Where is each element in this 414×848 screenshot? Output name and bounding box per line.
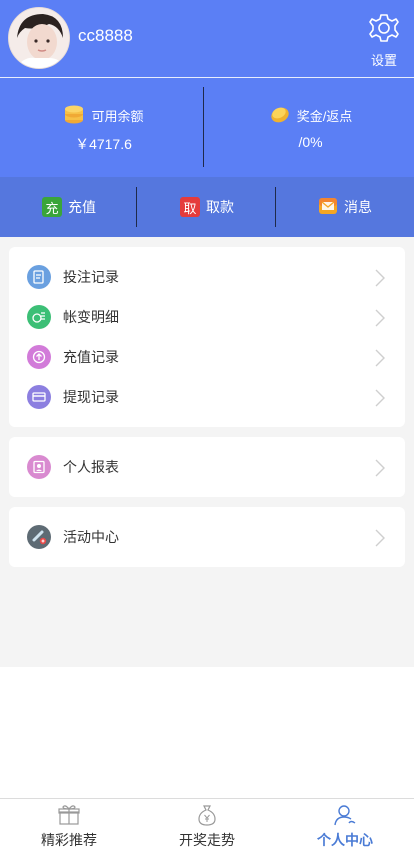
username: cc8888: [78, 26, 133, 45]
money-bag-icon: [195, 803, 219, 827]
menu-item-label: 提现记录: [63, 389, 119, 405]
recharge-badge-icon: 充: [42, 197, 62, 217]
records-card: 投注记录 帐变明细 充值记录 提现记录: [9, 247, 405, 427]
available-balance: 可用余额 ￥4717.6: [0, 78, 207, 177]
tab-recommend[interactable]: 精彩推荐: [0, 799, 138, 848]
menu-content: 投注记录 帐变明细 充值记录 提现记录 个人报表 活动中心: [0, 237, 414, 667]
report-card: 个人报表: [9, 437, 405, 497]
account-change-icon: [27, 305, 51, 329]
menu-item-bet-record[interactable]: 投注记录: [9, 257, 405, 297]
menu-item-recharge-record[interactable]: 充值记录: [9, 337, 405, 377]
recharge-record-icon: [27, 345, 51, 369]
bonus-rebate: 奖金/返点 /0%: [207, 78, 414, 177]
menu-item-personal-report[interactable]: 个人报表: [9, 447, 405, 487]
avatar[interactable]: [8, 7, 70, 69]
settings-button[interactable]: 设置: [366, 12, 402, 69]
available-balance-value: ￥4717.6: [75, 136, 132, 152]
chevron-right-icon: [375, 529, 385, 552]
withdraw-button[interactable]: 取 取款: [138, 177, 276, 237]
activity-card: 活动中心: [9, 507, 405, 567]
chevron-right-icon: [375, 389, 385, 412]
gift-icon: [57, 803, 81, 827]
bottom-tab-bar: 精彩推荐 开奖走势 个人中心: [0, 798, 414, 848]
gear-icon: [368, 14, 400, 48]
coin-icon: [269, 103, 291, 128]
withdraw-badge-icon: 取: [180, 197, 200, 217]
bet-record-icon: [27, 265, 51, 289]
tab-lottery-trend[interactable]: 开奖走势: [138, 799, 276, 848]
menu-item-label: 帐变明细: [63, 309, 119, 325]
menu-item-label: 活动中心: [63, 529, 119, 545]
profile-header: cc8888 设置: [0, 0, 414, 77]
recharge-label: 充值: [68, 199, 96, 215]
menu-item-label: 个人报表: [63, 459, 119, 475]
tab-label: 精彩推荐: [41, 832, 97, 848]
balance-divider: [203, 87, 204, 167]
chevron-right-icon: [375, 349, 385, 372]
settings-label: 设置: [370, 53, 397, 68]
envelope-icon: [318, 196, 338, 219]
available-balance-label: 可用余额: [91, 109, 144, 124]
withdraw-record-icon: [27, 385, 51, 409]
user-icon: [333, 803, 357, 827]
recharge-button[interactable]: 充 充值: [0, 177, 138, 237]
action-bar: 充 充值 取 取款 消息: [0, 177, 414, 237]
tab-personal-center[interactable]: 个人中心: [276, 799, 414, 848]
tab-label: 开奖走势: [179, 832, 235, 848]
bonus-rebate-label: 奖金/返点: [296, 109, 353, 124]
chevron-right-icon: [375, 309, 385, 332]
bonus-rebate-value: /0%: [298, 134, 323, 150]
menu-item-withdraw-record[interactable]: 提现记录: [9, 377, 405, 417]
messages-label: 消息: [344, 199, 372, 215]
menu-item-activity-center[interactable]: 活动中心: [9, 517, 405, 557]
personal-report-icon: [27, 455, 51, 479]
activity-center-icon: [27, 525, 51, 549]
menu-item-account-change[interactable]: 帐变明细: [9, 297, 405, 337]
messages-button[interactable]: 消息: [276, 177, 414, 237]
chevron-right-icon: [375, 269, 385, 292]
withdraw-label: 取款: [206, 199, 234, 215]
menu-item-label: 投注记录: [63, 269, 119, 285]
chevron-right-icon: [375, 459, 385, 482]
balance-panel: 可用余额 ￥4717.6 奖金/返点 /0%: [0, 78, 414, 177]
coin-stack-icon: [63, 103, 85, 128]
action-divider: [136, 187, 137, 227]
menu-item-label: 充值记录: [63, 349, 119, 365]
tab-label: 个人中心: [317, 832, 373, 848]
